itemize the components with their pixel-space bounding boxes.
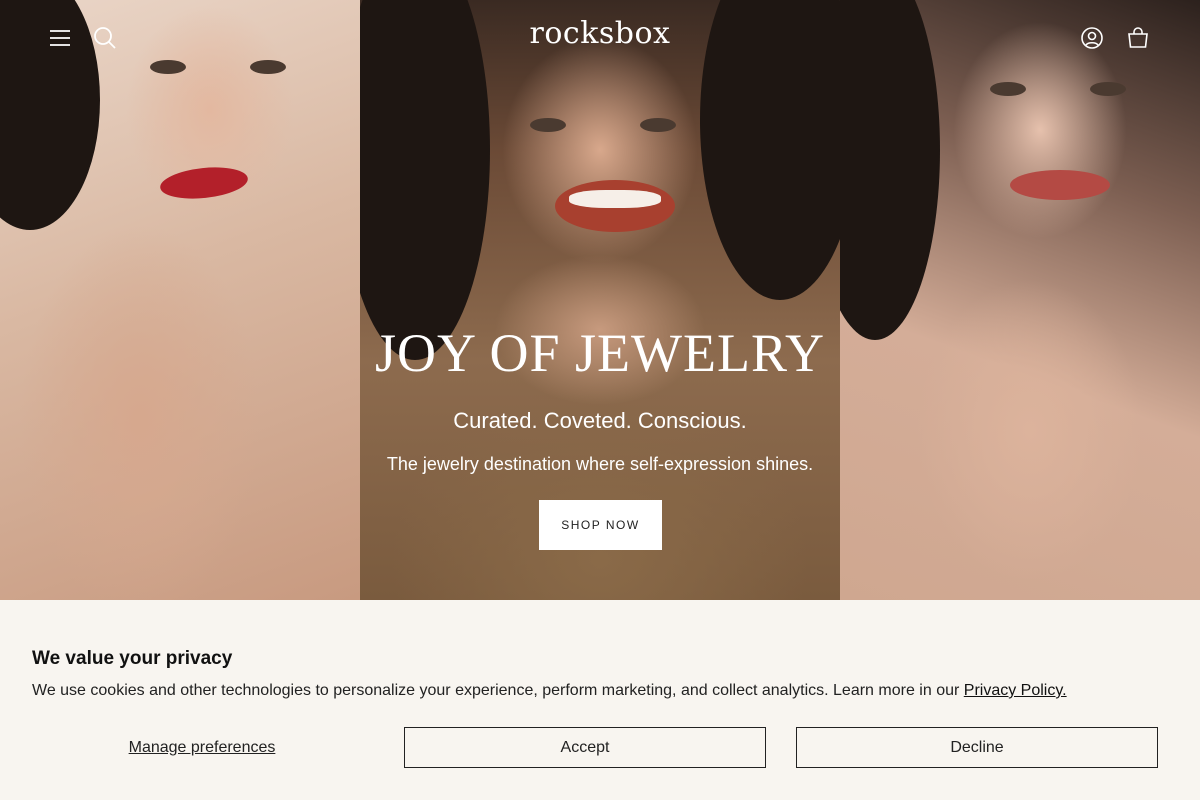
smile-shape [555, 180, 675, 232]
cookie-banner-title: We value your privacy [32, 648, 233, 669]
accept-button[interactable]: Accept [404, 727, 766, 768]
site-header: rocksbox [0, 0, 1200, 76]
hero-image-left [0, 0, 360, 600]
cart-icon[interactable] [1124, 24, 1152, 52]
manage-preferences-button[interactable]: Manage preferences [32, 727, 372, 768]
eye-shape [990, 82, 1026, 96]
site-logo[interactable]: rocksbox [0, 16, 1200, 51]
eye-shape [640, 118, 676, 132]
lips-shape [158, 163, 250, 203]
cookie-banner-text: We use cookies and other technologies to… [32, 682, 1067, 700]
hero-title: JOY OF JEWELRY [374, 323, 825, 383]
hero-subtitle: Curated. Coveted. Conscious. [453, 408, 747, 433]
cookie-banner-body: We use cookies and other technologies to… [32, 682, 960, 699]
hero-image-right [840, 0, 1200, 600]
eye-shape [1090, 82, 1126, 96]
account-icon[interactable] [1078, 24, 1106, 52]
privacy-policy-link[interactable]: Privacy Policy. [964, 682, 1067, 699]
shop-now-button[interactable]: SHOP NOW [539, 500, 662, 550]
eye-shape [530, 118, 566, 132]
hero-tagline: The jewelry destination where self-expre… [386, 454, 814, 474]
hero-section: rocksbox JOY OF JEWELRY Curated. Coveted… [0, 0, 1200, 600]
decline-button[interactable]: Decline [796, 727, 1158, 768]
lips-shape [1010, 170, 1110, 200]
cookie-banner: We value your privacy We use cookies and… [0, 616, 1200, 800]
